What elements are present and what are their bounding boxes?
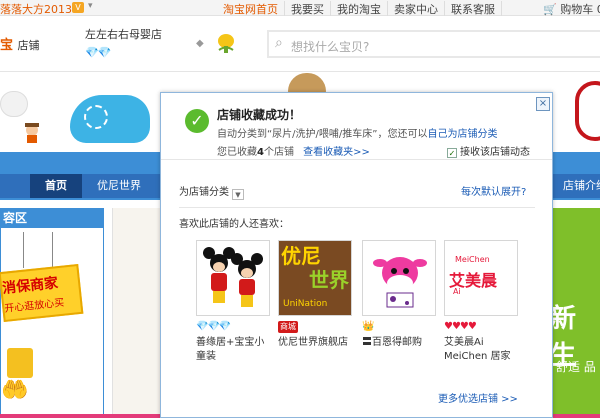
dialog-divider [161,159,552,160]
uni-world-logo-line2: 世界 [309,268,349,292]
success-check-icon: ✓ [185,109,209,133]
logo-mark-icon: 宝 [0,38,14,53]
dropdown-arrow-icon[interactable]: ▼ [232,189,244,200]
buy-menu[interactable]: 我要买 [285,1,331,17]
nav-home-tab[interactable]: 首页 [30,174,82,198]
shop-thumbnail[interactable]: MeiChen 艾美晨 Ai [444,240,518,316]
hands-icon: 🤲 [1,378,29,403]
dialog-message: 自动分类到“尿片/洗护/喂哺/推车床”，您还可以自己为店铺分类 [217,125,497,140]
mickey-minnie-image [203,247,263,307]
favorite-success-dialog: × ✓ 店铺收藏成功！ 自动分类到“尿片/洗护/喂哺/推车床”，您还可以自己为店… [160,92,553,418]
crown-rating-icon: 👑 [362,321,375,332]
sidebar-heading: 容区 [1,208,103,228]
uni-world-logo-sub: UniNation [283,299,328,309]
seller-center-menu[interactable]: 卖家中心 [388,1,445,17]
favorite-count: 您已收藏4个店铺 查看收藏夹>> [217,143,370,158]
elephant-illustration [70,95,150,143]
diamond-rating-icon: 💎💎💎 [196,321,231,332]
more-shops-link[interactable]: 更多优选店铺 >> [438,390,518,405]
recommended-shop-card[interactable]: 👑 〓百恩得邮购 [362,240,436,350]
count-prefix: 您已收藏 [217,147,257,158]
dialog-title: 店铺收藏成功！ [217,108,302,122]
chevron-down-icon[interactable]: ▾ [88,1,93,11]
shopping-bag-icon [7,348,33,378]
search-placeholder: 想找什么宝贝? [291,40,370,54]
shop-dropdown-icon[interactable]: ◆ [196,38,204,49]
shop-name-link[interactable]: 〓百恩得邮购 [362,336,436,350]
shop-name[interactable]: 左左右右母婴店 [85,26,162,42]
recommended-shops: 💎💎💎 善缘居+宝宝小童装 优尼 世界 UniNation 商城 优尼世界旗舰店 [196,240,526,375]
tmall-badge-label: 商城 [278,321,298,333]
section-divider [179,207,535,208]
customer-service-link[interactable]: 联系客服 [445,1,502,17]
custom-category-link[interactable]: 自己为店铺分类 [427,129,497,140]
search-icon: ⌕ [275,35,283,51]
close-icon[interactable]: × [536,97,550,111]
username-link[interactable]: 落落大方2013 [0,1,72,17]
top-nav: 淘宝网首页 我要买 我的淘宝 卖家中心 联系客服 [217,1,502,17]
category-select[interactable]: 为店铺分类 ▼ [179,183,244,200]
subscribe-checkbox[interactable]: ✓ 接收该店铺动态 [447,143,530,158]
left-sidebar: 容区 消保商家 开心逛放心买 🤲 [0,208,104,418]
cart-icon: 🛒 [543,3,557,16]
category-select-label: 为店铺分类 [179,187,229,198]
my-taobao-menu[interactable]: 我的淘宝 [331,1,388,17]
count-suffix: 个店铺 [263,147,294,158]
right-banner-subtitle: 舒适 品 [556,360,596,374]
shop-thumbnail[interactable]: 优尼 世界 UniNation [278,240,352,316]
uni-world-logo-line1: 优尼 [281,244,321,268]
tmall-badge: 商城 [278,321,352,333]
count-value: 4 [257,147,264,158]
nav-uni-world-tab[interactable]: 优尼世界 [88,174,150,198]
also-like-heading: 喜欢此店铺的人还喜欢： [179,219,289,230]
top-bar: 落落大方2013 V ▾ 淘宝网首页 我要买 我的淘宝 卖家中心 联系客服 🛒 … [0,0,600,17]
taobao-home-link[interactable]: 淘宝网首页 [217,1,285,17]
cart-label: 购物车 [560,3,594,16]
search-input[interactable]: ⌕ 想找什么宝贝? [267,30,600,58]
shop-rating-diamond-icon: 💎💎 [85,46,111,59]
message-text: 自动分类到“尿片/洗护/喂哺/推车床”，您还可以 [217,129,428,140]
cloud-illustration [0,91,28,117]
default-expand-link[interactable]: 每次默认展开? [461,183,526,198]
shop-bell-icon[interactable] [215,32,237,54]
shop-logo[interactable]: 宝 店铺 [0,34,40,53]
nav-shop-intro-tab[interactable]: 店铺介绍 [560,174,600,198]
logo-text: 店铺 [17,39,40,52]
pink-cow-image [373,257,427,308]
recommended-shop-card[interactable]: 💎💎💎 善缘居+宝宝小童装 [196,240,270,364]
kid-illustration [25,123,39,143]
cart-link[interactable]: 🛒 购物车 0 [543,1,600,17]
red-brand-logo [575,81,600,141]
shop-header: 宝 店铺 左左右右母婴店 💎💎 ◆ ⌕ 想找什么宝贝? [0,16,600,72]
sign-string [23,232,53,268]
subscribe-label: 接收该店铺动态 [460,147,530,158]
shop-thumbnail[interactable] [362,240,436,316]
recommended-shop-card[interactable]: MeiChen 艾美晨 Ai ♥♥♥♥ 艾美晨Ai MeiChen 居家 [444,240,518,364]
shop-thumbnail[interactable] [196,240,270,316]
shop-name-link[interactable]: 善缘居+宝宝小童装 [196,336,270,364]
right-banner-photo: 新生 舒适 品 [548,208,600,418]
heart-rating-icon: ♥♥♥♥ [444,321,477,332]
elephant-ear-decoration [84,105,108,129]
checkbox-checked-icon[interactable]: ✓ [447,148,457,158]
level-badge: V [72,2,84,13]
shop-name-link[interactable]: 艾美晨Ai MeiChen 居家 [444,336,518,364]
view-favorites-link[interactable]: 查看收藏夹>> [303,147,370,158]
recommended-shop-card[interactable]: 优尼 世界 UniNation 商城 优尼世界旗舰店 [278,240,352,350]
consumer-protection-sign[interactable]: 消保商家 开心逛放心买 [0,263,84,323]
shop-name-link[interactable]: 优尼世界旗舰店 [278,336,352,350]
amc-logo-top: MeiChen [455,255,490,264]
amc-logo-sub: Ai [453,287,461,296]
